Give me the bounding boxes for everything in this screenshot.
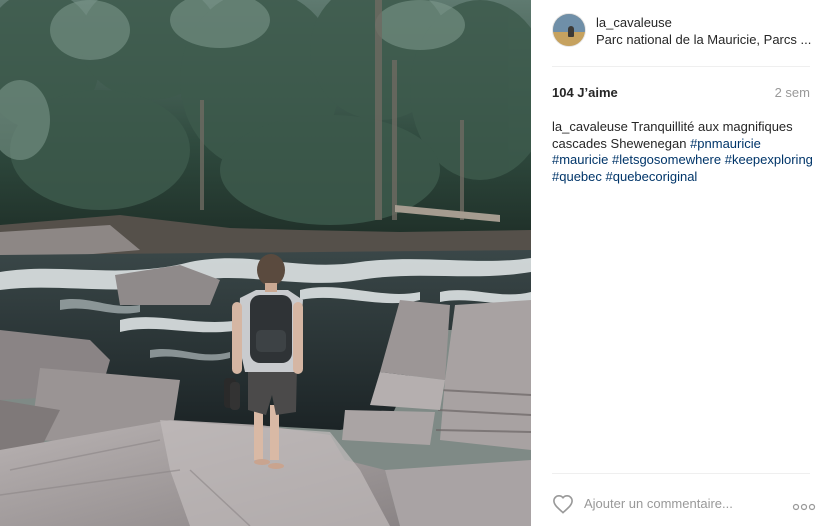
hashtag-link[interactable]: #pnmauricie	[690, 136, 761, 151]
post-caption: la_cavaleuse Tranquillité aux magnifique…	[552, 119, 814, 185]
post-photo[interactable]	[0, 0, 531, 526]
username-link[interactable]: la_cavaleuse	[596, 15, 672, 30]
likes-count[interactable]: 104 J’aime	[552, 85, 618, 100]
comment-input[interactable]: Ajouter un commentaire...	[584, 496, 733, 511]
photo-canvas	[0, 0, 531, 526]
caption-username[interactable]: la_cavaleuse	[552, 119, 628, 134]
hashtag-link[interactable]: #keepexploring	[725, 152, 813, 167]
hashtag-link[interactable]: #letsgosomewhere	[612, 152, 721, 167]
avatar[interactable]	[552, 13, 586, 47]
hashtag-link[interactable]: #mauricie	[552, 152, 608, 167]
post-header: la_cavaleuse Parc national de la Maurici…	[552, 13, 814, 49]
comment-bar: Ajouter un commentaire...	[552, 493, 816, 519]
heart-icon[interactable]	[552, 494, 574, 519]
footer-divider	[552, 473, 810, 474]
header-divider	[552, 66, 810, 67]
post-time[interactable]: 2 sem	[775, 85, 810, 100]
more-options-icon[interactable]	[792, 498, 816, 516]
hashtag-link[interactable]: #quebec	[552, 169, 602, 184]
location-link[interactable]: Parc national de la Mauricie, Parcs ...	[596, 32, 811, 47]
post-sidebar: la_cavaleuse Parc national de la Maurici…	[531, 0, 828, 526]
hashtag-link[interactable]: #quebecoriginal	[606, 169, 698, 184]
